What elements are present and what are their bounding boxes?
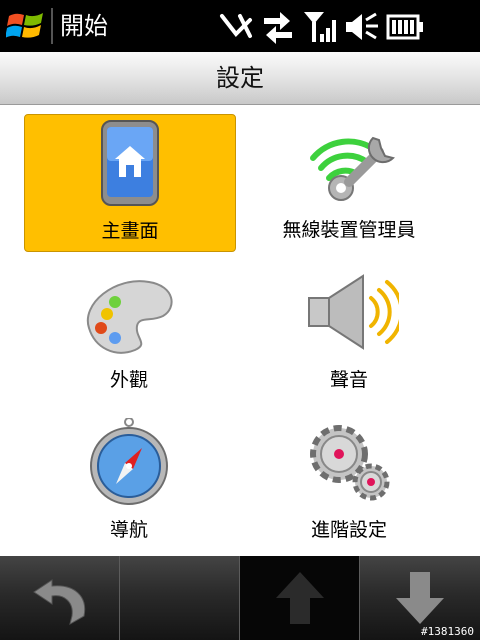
home-screen-icon bbox=[80, 119, 180, 207]
speaker-icon bbox=[299, 268, 404, 356]
page-title: 設定 bbox=[216, 64, 264, 92]
back-button[interactable] bbox=[0, 556, 119, 640]
tile-label: 進階設定 bbox=[310, 519, 387, 541]
page-header: 設定 bbox=[0, 52, 480, 105]
sync-off-icon bbox=[220, 14, 252, 38]
tile-label: 主畫面 bbox=[101, 220, 159, 242]
signal-icon bbox=[304, 12, 336, 42]
tile-label: 外觀 bbox=[109, 369, 148, 391]
empty-toolbar-button[interactable] bbox=[120, 556, 239, 640]
tile-wireless-manager[interactable]: 無線裝置管理員 bbox=[244, 114, 454, 250]
status-separator bbox=[51, 8, 53, 44]
back-icon bbox=[32, 579, 85, 626]
scroll-up-button[interactable] bbox=[240, 556, 359, 640]
down-arrow-icon bbox=[396, 572, 444, 624]
compass-icon bbox=[79, 417, 179, 506]
tile-advanced-settings[interactable]: 進階設定 bbox=[244, 414, 454, 550]
start-label[interactable]: 開始 bbox=[60, 11, 108, 41]
windows-logo-icon[interactable] bbox=[5, 8, 46, 44]
tile-label: 無線裝置管理員 bbox=[282, 219, 416, 241]
status-icons bbox=[216, 6, 426, 46]
wireless-manager-icon bbox=[299, 118, 399, 206]
watermark: #1381360 bbox=[421, 625, 474, 638]
tile-label: 聲音 bbox=[329, 369, 368, 391]
battery-icon bbox=[386, 14, 423, 40]
up-arrow-icon bbox=[275, 572, 324, 624]
tile-navigation[interactable]: 導航 bbox=[24, 414, 234, 550]
volume-mute-icon bbox=[346, 12, 378, 40]
tile-label: 導航 bbox=[109, 519, 148, 541]
data-arrows-icon bbox=[264, 12, 292, 44]
tile-sound[interactable]: 聲音 bbox=[244, 264, 454, 400]
palette-icon bbox=[79, 268, 179, 356]
gears-icon bbox=[299, 418, 399, 506]
tile-home-screen[interactable]: 主畫面 bbox=[24, 114, 236, 252]
status-bar: 開始 bbox=[0, 0, 480, 52]
tile-appearance[interactable]: 外觀 bbox=[24, 264, 234, 400]
bottom-toolbar: #1381360 bbox=[0, 556, 480, 640]
